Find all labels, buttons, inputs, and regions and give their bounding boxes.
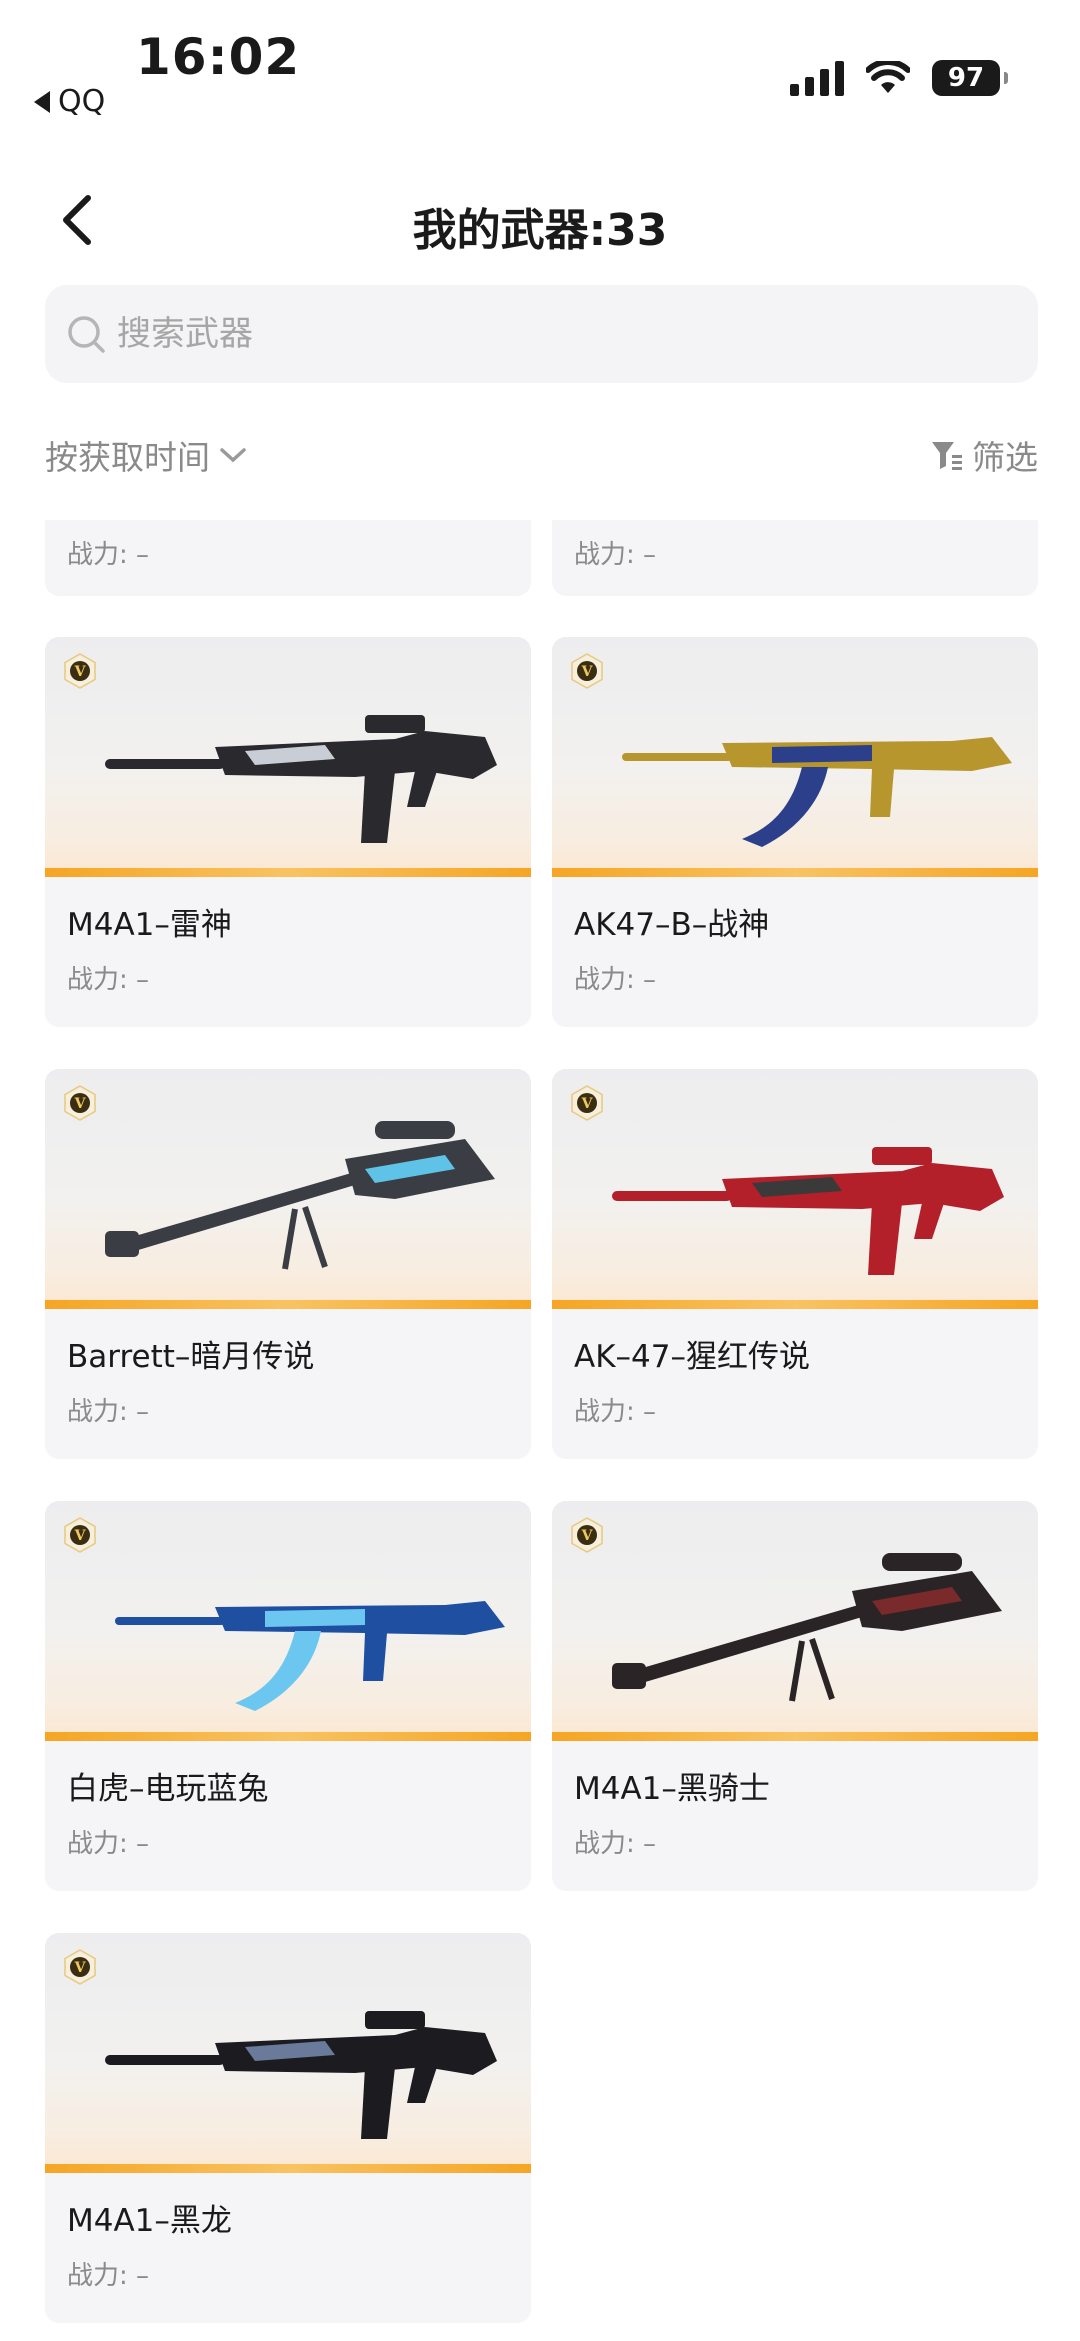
weapon-power: 战力: – xyxy=(67,540,150,570)
rarity-bar xyxy=(552,1300,1038,1309)
rarity-bar xyxy=(45,1732,531,1741)
weapon-power: 战力: – xyxy=(574,965,657,995)
sort-bar: 按获取时间 筛选 xyxy=(45,425,1038,485)
weapon-card-partial[interactable]: 战力: – xyxy=(552,520,1038,596)
search-input[interactable] xyxy=(117,314,917,354)
weapon-power: 战力: – xyxy=(574,1829,657,1859)
weapon-card[interactable]: V Barrett–暗月传说战力: – xyxy=(45,1069,531,1459)
weapon-card[interactable]: V 白虎–电玩蓝兔战力: – xyxy=(45,1501,531,1891)
weapon-name: AK–47–猩红传说 xyxy=(574,1339,810,1375)
back-app-label: QQ xyxy=(58,84,106,119)
search-icon xyxy=(68,316,105,353)
rarity-bar xyxy=(45,2164,531,2173)
weapon-thumbnail: V xyxy=(45,637,531,877)
weapon-image xyxy=(612,1553,1002,1702)
filter-icon xyxy=(932,442,962,470)
weapon-name: Barrett–暗月传说 xyxy=(67,1339,315,1375)
weapon-thumbnail: V xyxy=(552,1069,1038,1309)
weapon-image xyxy=(612,1147,1004,1275)
weapon-image xyxy=(115,1601,505,1711)
weapon-thumbnail: V xyxy=(45,1501,531,1741)
wifi-icon xyxy=(866,61,910,93)
weapon-card[interactable]: V AK47–B–战神战力: – xyxy=(552,637,1038,1027)
signal-icon xyxy=(790,60,844,96)
rarity-bar xyxy=(552,1732,1038,1741)
page-title: 我的武器:33 xyxy=(412,205,668,256)
weapon-card[interactable]: V AK–47–猩红传说战力: – xyxy=(552,1069,1038,1459)
weapon-card[interactable]: V M4A1–雷神战力: – xyxy=(45,637,531,1027)
weapon-name: M4A1–雷神 xyxy=(67,907,232,943)
status-time: 16:02 xyxy=(136,28,301,86)
weapon-thumbnail: V xyxy=(552,1501,1038,1741)
weapon-power: 战力: – xyxy=(67,1397,150,1427)
status-icons: 97 xyxy=(790,60,1008,96)
weapon-name: AK47–B–战神 xyxy=(574,907,770,943)
weapon-image xyxy=(105,715,497,843)
weapon-power: 战力: – xyxy=(574,540,657,570)
weapon-name: M4A1–黑骑士 xyxy=(574,1771,770,1807)
search-bar[interactable] xyxy=(45,285,1038,383)
nav-bar: 我的武器:33 xyxy=(0,180,1080,260)
weapon-card[interactable]: V M4A1–黑骑士战力: – xyxy=(552,1501,1038,1891)
weapon-thumbnail: V xyxy=(552,637,1038,877)
weapon-thumbnail: V xyxy=(45,1933,531,2173)
battery-icon: 97 xyxy=(932,60,1008,96)
weapon-power: 战力: – xyxy=(67,965,150,995)
back-triangle-icon xyxy=(34,90,50,113)
back-to-app[interactable]: QQ xyxy=(34,84,105,119)
weapon-image xyxy=(105,2011,497,2139)
rarity-bar xyxy=(45,868,531,877)
weapon-image xyxy=(622,737,1012,847)
chevron-down-icon xyxy=(220,448,246,463)
filter-button[interactable]: 筛选 xyxy=(930,431,1038,479)
weapon-image xyxy=(105,1121,495,1270)
rarity-bar xyxy=(45,1300,531,1309)
weapon-name: M4A1–黑龙 xyxy=(67,2203,232,2239)
battery-level: 97 xyxy=(947,63,985,93)
weapon-thumbnail: V xyxy=(45,1069,531,1309)
sort-dropdown[interactable]: 按获取时间 xyxy=(45,431,248,479)
filter-label: 筛选 xyxy=(972,438,1038,477)
weapon-card[interactable]: V M4A1–黑龙战力: – xyxy=(45,1933,531,2323)
rarity-bar xyxy=(552,868,1038,877)
weapon-name: 白虎–电玩蓝兔 xyxy=(67,1771,269,1807)
weapon-power: 战力: – xyxy=(574,1397,657,1427)
weapon-power: 战力: – xyxy=(67,1829,150,1859)
sort-label: 按获取时间 xyxy=(45,438,210,477)
weapon-card-partial[interactable]: 战力: – xyxy=(45,520,531,596)
weapon-list-page: 16:02 QQ 97 我的武器:33 搜索武器 按获取时间 筛选 战力: – … xyxy=(0,0,1080,2341)
weapon-power: 战力: – xyxy=(67,2261,150,2291)
status-bar: 16:02 QQ 97 xyxy=(0,0,1080,140)
